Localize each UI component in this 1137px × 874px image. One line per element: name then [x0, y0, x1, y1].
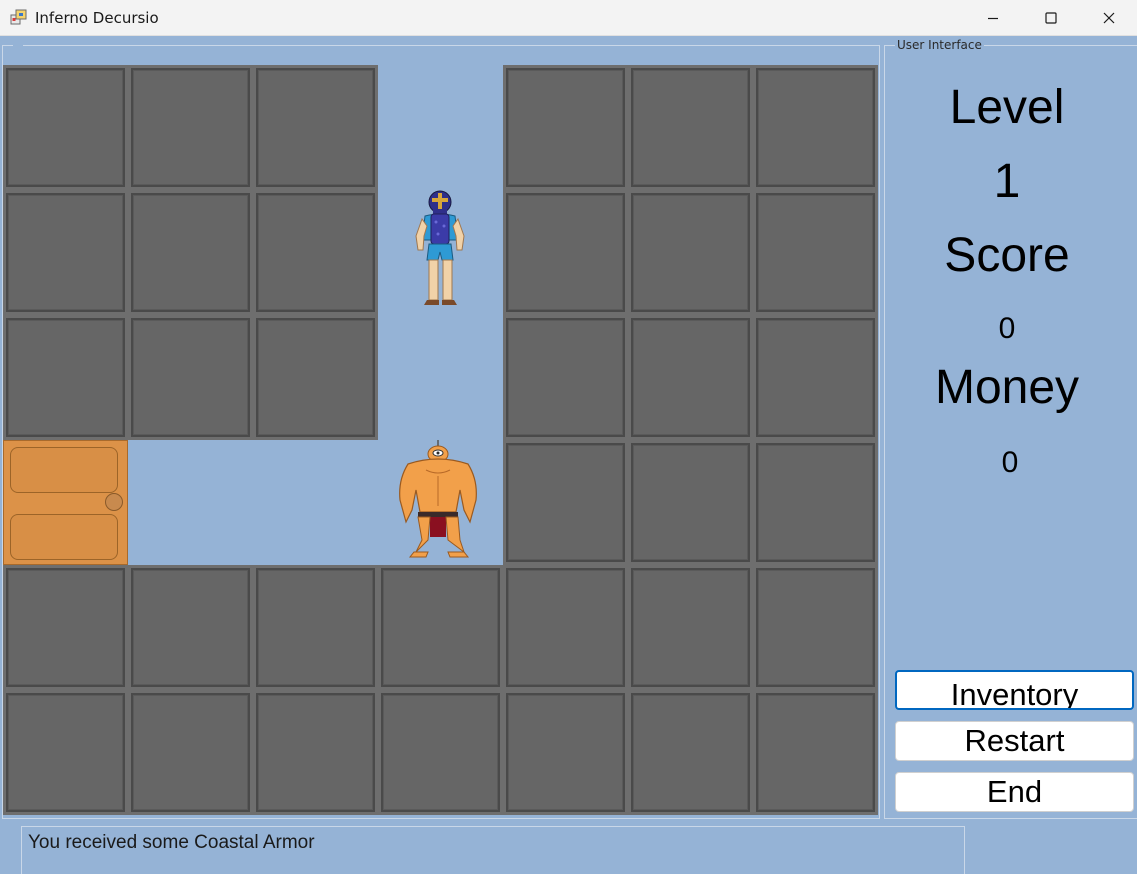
wall-tile — [6, 68, 125, 187]
end-button[interactable]: End — [895, 772, 1134, 812]
wall-tile — [6, 318, 125, 437]
wall-tile — [631, 568, 750, 687]
level-label: Level — [949, 81, 1065, 134]
minimize-button[interactable] — [964, 0, 1022, 36]
message-log: You received some Coastal Armor — [21, 826, 965, 874]
wall-tile — [756, 568, 875, 687]
wall-tile — [756, 693, 875, 812]
door-panel — [10, 447, 118, 493]
message-text: You received some Coastal Armor — [28, 832, 315, 853]
wall-tile — [256, 193, 375, 312]
score-label: Score — [944, 229, 1070, 282]
wall-tile — [256, 568, 375, 687]
wall-tile — [381, 568, 500, 687]
wall-tile — [631, 193, 750, 312]
wall-tile — [256, 68, 375, 187]
close-button[interactable] — [1080, 0, 1137, 36]
wall-tile — [131, 568, 250, 687]
wall-tile — [256, 318, 375, 437]
user-interface-title: User Interface — [895, 38, 984, 52]
window-title: Inferno Decursio — [35, 9, 159, 27]
wall-tile — [506, 68, 625, 187]
inventory-button[interactable]: Inventory — [895, 670, 1134, 710]
maximize-icon — [1045, 12, 1057, 24]
wall-tile — [6, 693, 125, 812]
user-interface-group: User Interface Level 1 Score 0 Money 0 I… — [884, 38, 1137, 819]
maximize-button[interactable] — [1022, 0, 1080, 36]
money-label: Money — [934, 361, 1080, 414]
wall-tile — [756, 318, 875, 437]
wall-tile — [131, 193, 250, 312]
score-value: 0 — [998, 312, 1016, 345]
app-icon — [10, 9, 27, 25]
wall-tile — [631, 68, 750, 187]
wall-tile — [756, 68, 875, 187]
minimize-icon — [988, 17, 998, 20]
door-panel — [10, 514, 118, 560]
restart-button[interactable]: Restart — [895, 721, 1134, 761]
door-icon[interactable] — [3, 440, 128, 565]
game-board[interactable] — [3, 65, 878, 815]
wall-tile — [131, 693, 250, 812]
wall-tile — [506, 193, 625, 312]
wall-tile — [506, 568, 625, 687]
wall-tile — [506, 443, 625, 562]
wall-tile — [256, 693, 375, 812]
door-knob — [105, 493, 123, 511]
wall-tile — [631, 318, 750, 437]
wall-tile — [381, 693, 500, 812]
wall-tile — [631, 443, 750, 562]
level-value: 1 — [993, 155, 1021, 208]
title-bar: Inferno Decursio — [0, 0, 1137, 36]
wall-tile — [6, 193, 125, 312]
wall-tile — [756, 443, 875, 562]
wall-tile — [6, 568, 125, 687]
money-value: 0 — [1001, 446, 1019, 479]
wall-tile — [506, 318, 625, 437]
wall-tile — [131, 318, 250, 437]
wall-tile — [631, 693, 750, 812]
client-area: User Interface Level 1 Score 0 Money 0 I… — [0, 37, 1137, 874]
wall-tile — [756, 193, 875, 312]
close-icon — [1103, 12, 1115, 24]
muscular-cyclops-icon — [378, 440, 503, 565]
wall-tile — [131, 68, 250, 187]
wall-tile — [506, 693, 625, 812]
armored-hero-icon — [378, 190, 503, 315]
